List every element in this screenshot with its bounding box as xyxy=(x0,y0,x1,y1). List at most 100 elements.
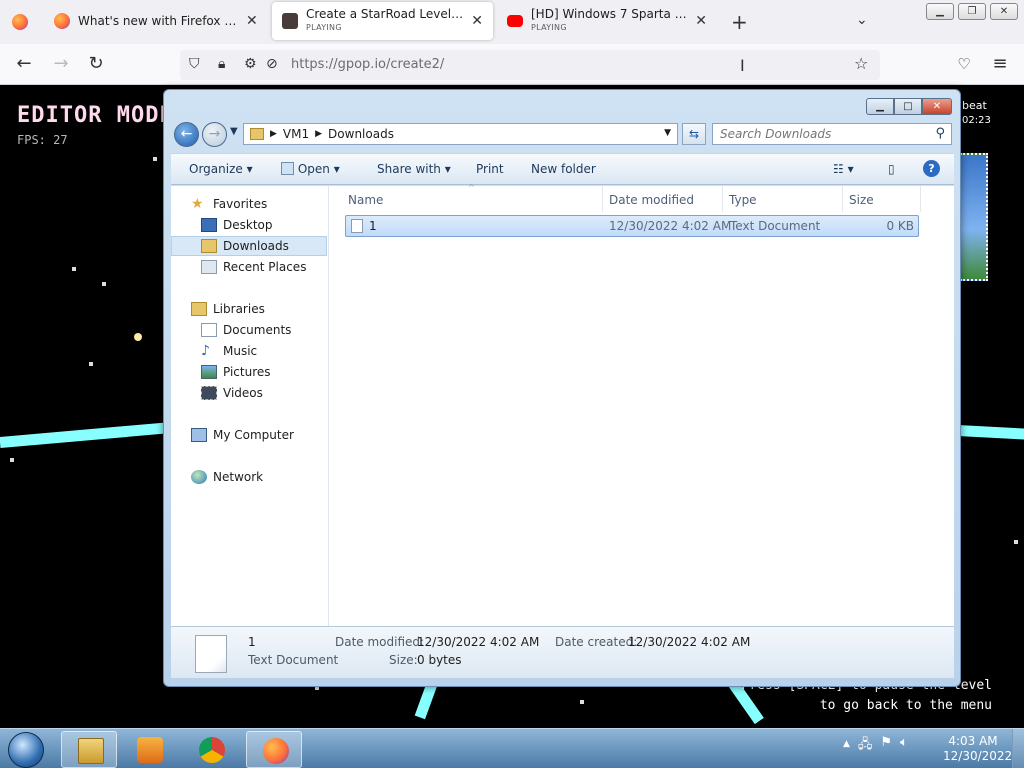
tab-windows7-sparta[interactable]: [HD] Windows 7 Sparta Remix ( PLAYING ✕ xyxy=(497,2,717,40)
taskbar-media-player[interactable] xyxy=(121,731,177,768)
new-folder-button[interactable]: New folder xyxy=(531,162,596,176)
tab-whats-new-firefox[interactable]: What's new with Firefox - More ✕ xyxy=(44,2,268,40)
open-button[interactable]: Open ▾ xyxy=(281,162,340,176)
nav-documents[interactable]: Documents xyxy=(171,320,327,340)
explorer-window[interactable]: ▁ □ ✕ ← → ▼ ▶ VM1 ▶ Downloads ▼ ⇆ ⚲ Orga… xyxy=(163,89,961,687)
firefox-menu-icon[interactable] xyxy=(12,14,28,30)
tab-starroad-level[interactable]: Create a StarRoad Level - Gpop PLAYING ✕ xyxy=(272,2,493,40)
nav-my-computer[interactable]: My Computer xyxy=(171,425,327,445)
restore-button[interactable]: ❐ xyxy=(958,3,986,20)
permissions-icon[interactable]: ⚙ xyxy=(244,56,257,72)
action-center-flag-icon[interactable]: ⚑ xyxy=(880,735,892,757)
start-button[interactable] xyxy=(8,732,44,768)
breadcrumb-vm1[interactable]: VM1 xyxy=(283,127,309,141)
back-arrow-icon[interactable]: ← xyxy=(13,54,35,76)
preview-pane-icon[interactable]: ▯ xyxy=(888,162,895,176)
network-icon[interactable]: 🖧︎ xyxy=(858,735,873,757)
back-button[interactable]: ← xyxy=(174,122,199,147)
star xyxy=(10,458,14,462)
computer-icon xyxy=(191,428,207,442)
organize-button[interactable]: Organize ▾ xyxy=(189,162,253,176)
autoplay-blocked-icon[interactable]: ⊘ xyxy=(266,56,278,72)
taskbar-explorer[interactable] xyxy=(61,731,117,768)
new-tab-button[interactable]: + xyxy=(731,10,748,34)
nav-music[interactable]: ♪ Music xyxy=(171,341,327,361)
shield-icon[interactable]: ⛉ xyxy=(189,56,200,72)
taskbar-chrome[interactable] xyxy=(183,731,239,768)
nav-videos[interactable]: Videos xyxy=(171,383,327,403)
nav-label: Downloads xyxy=(223,239,289,253)
nav-label: Music xyxy=(223,344,258,358)
details-date-modified: 12/30/2022 4:02 AM xyxy=(417,635,540,649)
file-row[interactable]: 1 12/30/2022 4:02 AM Text Document 0 KB xyxy=(345,215,919,237)
column-divider[interactable] xyxy=(602,186,603,212)
youtube-icon xyxy=(507,15,523,27)
search-icon[interactable]: ⚲ xyxy=(935,126,945,141)
tab-playing-label: PLAYING xyxy=(306,23,342,32)
forward-button[interactable]: → xyxy=(202,122,227,147)
clock-date: 12/30/2022 xyxy=(943,749,1013,763)
recent-pages-chevron-icon[interactable]: ▼ xyxy=(230,126,238,137)
maximize-button[interactable]: □ xyxy=(894,98,922,115)
nav-libraries[interactable]: Libraries xyxy=(171,299,327,319)
close-tab-icon[interactable]: ✕ xyxy=(471,13,483,29)
address-bar[interactable]: ▶ VM1 ▶ Downloads ▼ xyxy=(243,123,678,145)
nav-recent-places[interactable]: Recent Places xyxy=(171,257,327,277)
close-button[interactable]: ✕ xyxy=(922,98,952,115)
reload-icon[interactable]: ↻ xyxy=(85,54,107,76)
pocket-icon[interactable]: ♡ xyxy=(953,54,975,76)
breadcrumb-downloads[interactable]: Downloads xyxy=(328,127,394,141)
url-bar[interactable]: ⛉ 🔒︎ ⚙ ⊘ https://gpop.io/create2/ I ☆ xyxy=(180,50,880,80)
close-tab-icon[interactable]: ✕ xyxy=(695,13,707,29)
documents-icon xyxy=(201,323,217,337)
list-tabs-chevron-icon[interactable]: ⌄ xyxy=(856,12,868,28)
close-tab-icon[interactable]: ✕ xyxy=(246,13,258,29)
clock[interactable]: 4:03 AM 12/30/2022 xyxy=(943,734,1013,764)
lock-icon[interactable]: 🔒︎ xyxy=(218,56,225,72)
column-header-name[interactable]: Name xyxy=(348,193,383,207)
search-input[interactable] xyxy=(720,124,930,144)
command-bar: Organize ▾ Open ▾ Share with ▾ Print New… xyxy=(171,153,954,185)
file-date-modified: 12/30/2022 4:02 AM xyxy=(609,219,732,233)
minimize-button[interactable]: ▁ xyxy=(926,3,954,20)
column-divider[interactable] xyxy=(722,186,723,212)
close-window-button[interactable]: ✕ xyxy=(990,3,1018,20)
column-header-type[interactable]: Type xyxy=(729,193,757,207)
nav-pictures[interactable]: Pictures xyxy=(171,362,327,382)
nav-label: Recent Places xyxy=(223,260,307,274)
minimize-button[interactable]: ▁ xyxy=(866,98,894,115)
change-view-icon[interactable]: ☷ ▾ xyxy=(833,162,854,176)
url-text[interactable]: https://gpop.io/create2/ xyxy=(291,57,444,72)
refresh-button[interactable]: ⇆ xyxy=(682,123,706,145)
search-box[interactable]: ⚲ xyxy=(712,123,952,145)
column-header-size[interactable]: Size xyxy=(849,193,874,207)
show-desktop-button[interactable] xyxy=(1012,729,1024,768)
explorer-body: ★ Favorites Desktop Downloads Recent Plac… xyxy=(171,183,954,626)
column-divider[interactable] xyxy=(920,186,921,212)
desktop-icon xyxy=(201,218,217,232)
nav-favorites[interactable]: ★ Favorites xyxy=(171,194,327,214)
volume-icon[interactable]: 🔈︎ xyxy=(900,735,908,757)
hamburger-menu-icon[interactable]: ≡ xyxy=(989,54,1011,76)
fps-counter: FPS: 27 xyxy=(17,133,68,147)
firefox-icon xyxy=(263,738,289,764)
gpop-icon xyxy=(282,13,298,29)
explorer-window-controls: ▁ □ ✕ xyxy=(866,98,952,115)
print-button[interactable]: Print xyxy=(476,162,504,176)
text-document-icon xyxy=(351,219,363,233)
nav-desktop[interactable]: Desktop xyxy=(171,215,327,235)
column-header-date-modified[interactable]: Date modified xyxy=(609,193,694,207)
music-note-icon: ♪ xyxy=(201,343,210,359)
nav-downloads[interactable]: Downloads xyxy=(171,236,327,256)
column-divider[interactable] xyxy=(842,186,843,212)
bookmark-star-icon[interactable]: ☆ xyxy=(854,54,868,73)
nav-network[interactable]: Network xyxy=(171,467,327,487)
level-preview-thumbnail xyxy=(960,153,988,281)
share-with-button[interactable]: Share with ▾ xyxy=(377,162,451,176)
forward-arrow-icon[interactable]: → xyxy=(50,54,72,76)
large-text-document-icon xyxy=(195,635,227,673)
help-icon[interactable]: ? xyxy=(923,160,940,177)
show-hidden-icons-icon[interactable]: ▲ xyxy=(843,735,850,757)
address-dropdown-chevron-icon[interactable]: ▼ xyxy=(664,128,671,138)
taskbar-firefox[interactable] xyxy=(246,731,302,768)
